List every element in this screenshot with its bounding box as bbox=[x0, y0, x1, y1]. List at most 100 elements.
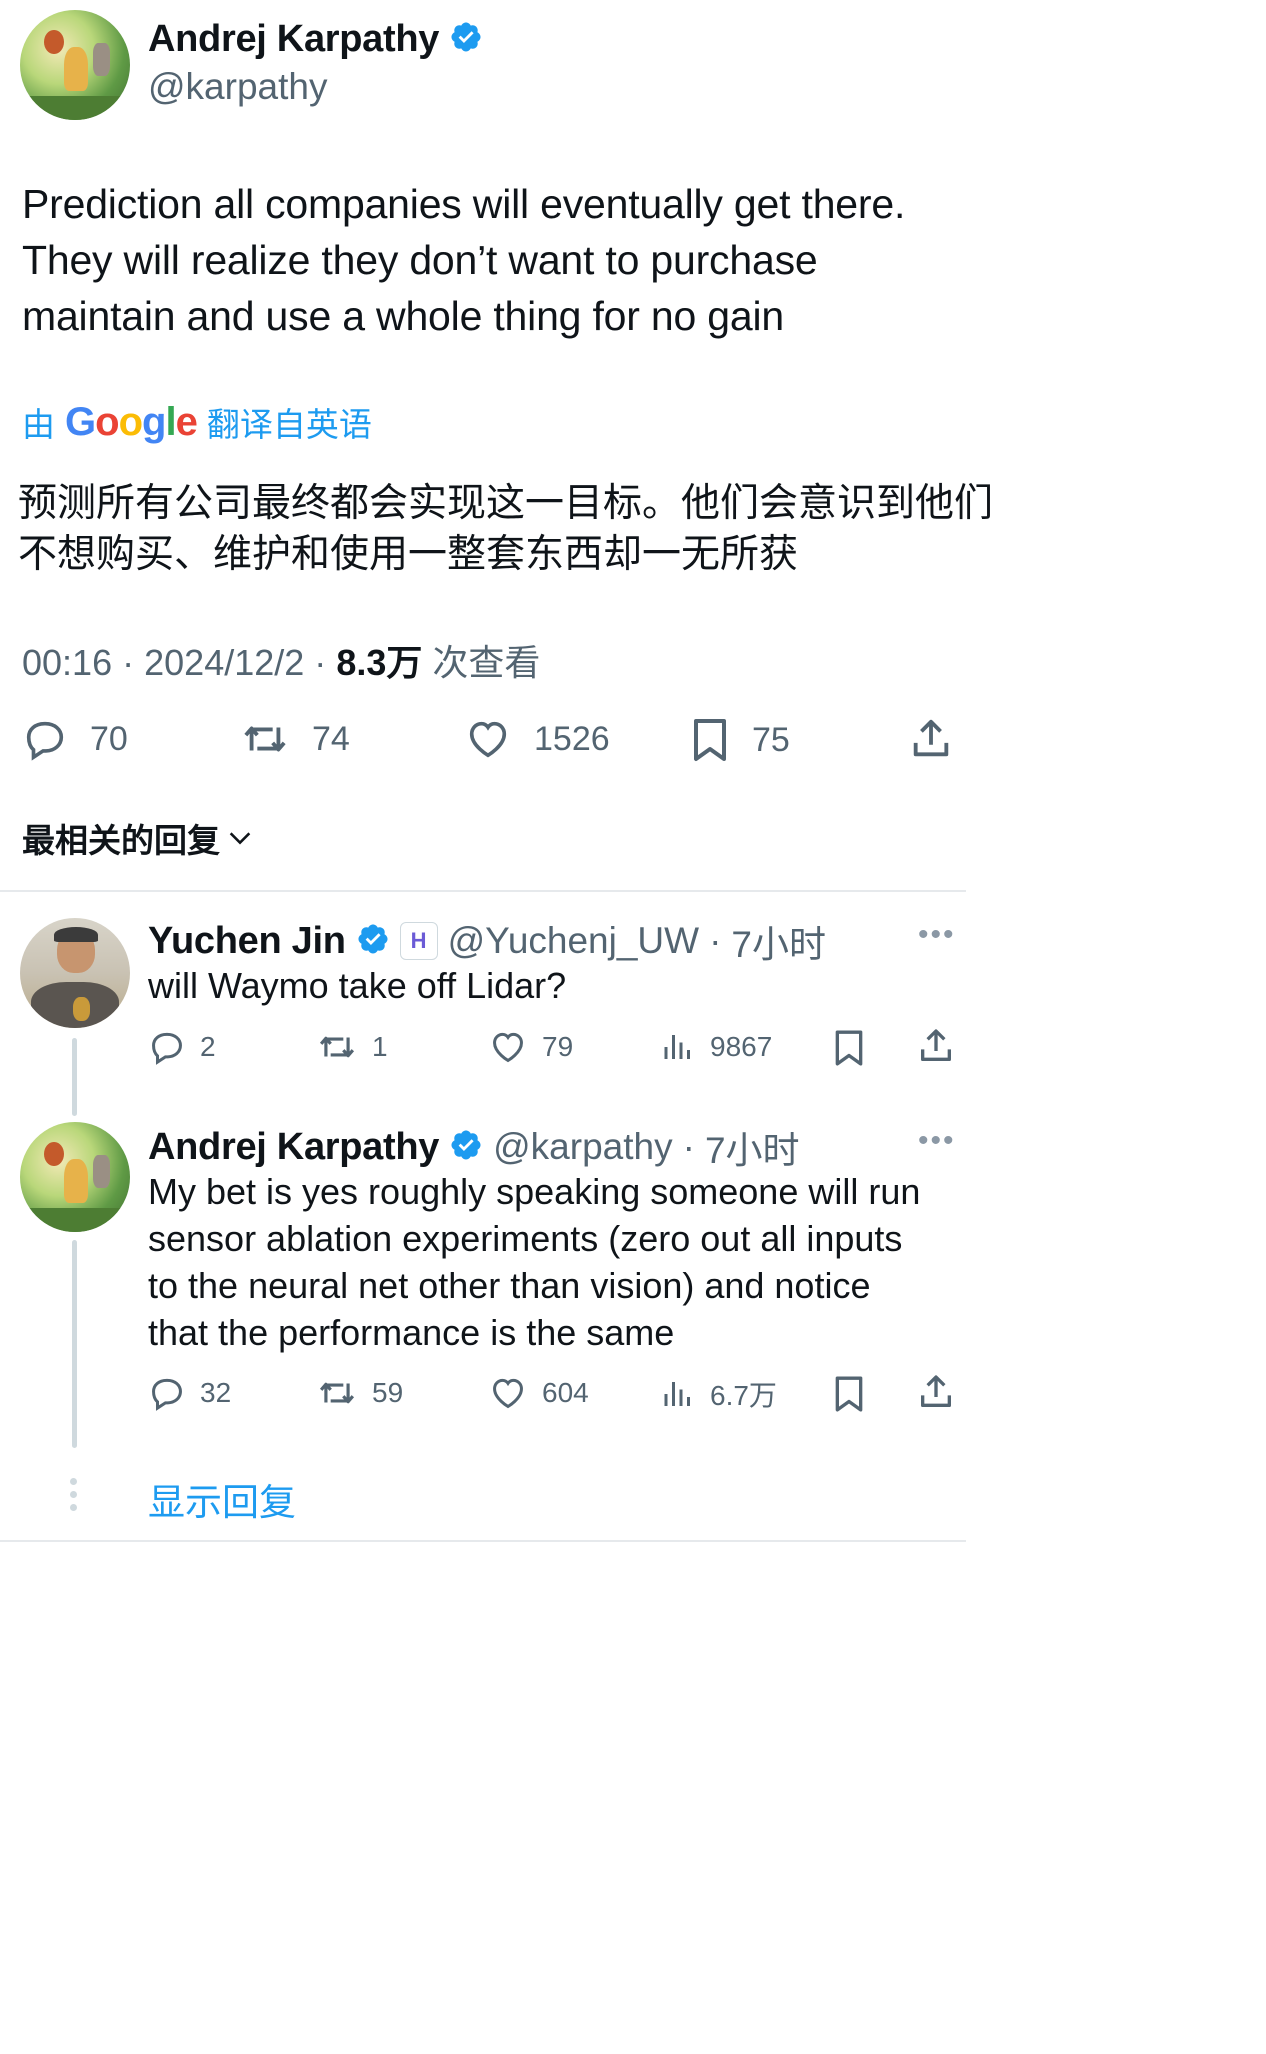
views-button[interactable]: 9867 bbox=[660, 1028, 772, 1066]
more-icon[interactable]: ••• bbox=[918, 1124, 956, 1158]
translate-suffix: 翻译自英语 bbox=[206, 406, 372, 443]
translate-attribution[interactable]: 由 Google 翻译自英语 bbox=[22, 398, 372, 446]
tweet-text-line: Prediction all companies will eventually… bbox=[22, 181, 906, 227]
reply-avatar[interactable] bbox=[20, 1122, 130, 1232]
like-icon bbox=[469, 721, 507, 758]
like-count: 79 bbox=[542, 1031, 574, 1062]
reply-time[interactable]: 7小时 bbox=[705, 1120, 800, 1174]
like-button[interactable]: 79 bbox=[488, 1028, 573, 1066]
reply-count: 32 bbox=[200, 1377, 232, 1408]
chevron-down-icon bbox=[229, 832, 251, 845]
retweet-count: 74 bbox=[312, 719, 350, 758]
reply-author-handle[interactable]: @Yuchenj_UW bbox=[448, 920, 699, 962]
reply-count: 70 bbox=[90, 719, 128, 758]
reply-text-line: My bet is yes roughly speaking someone w… bbox=[148, 1171, 921, 1212]
bookmark-count: 75 bbox=[752, 720, 790, 759]
retweet-count: 59 bbox=[372, 1377, 404, 1408]
reply-author-handle[interactable]: @karpathy bbox=[493, 1126, 672, 1168]
reply-count: 2 bbox=[200, 1031, 216, 1062]
translated-text-line: 预测所有公司最终都会实现这一目标。他们会意识到他们 bbox=[18, 482, 994, 525]
reply-text-line: that the performance is the same bbox=[148, 1312, 675, 1353]
reply-text: will Waymo take off Lidar? bbox=[148, 965, 567, 1006]
reply-avatar[interactable] bbox=[20, 918, 130, 1028]
retweet-button[interactable]: 74 bbox=[240, 716, 350, 762]
reply-text: My bet is yes roughly speaking someone w… bbox=[148, 1168, 1248, 1356]
affiliation-badge-icon[interactable]: H bbox=[399, 922, 438, 960]
author-name[interactable]: Andrej Karpathy bbox=[148, 18, 439, 61]
meta-separator: · bbox=[122, 642, 135, 683]
meta-separator: · bbox=[682, 1126, 695, 1167]
share-button[interactable] bbox=[916, 1026, 956, 1066]
reply-icon bbox=[26, 721, 64, 761]
tweet-text: Prediction all companies will eventually… bbox=[22, 176, 1252, 344]
translate-prefix: 由 bbox=[22, 406, 55, 443]
thread-line bbox=[72, 1240, 77, 1448]
bookmark-icon bbox=[694, 719, 726, 761]
tweet-meta: 00:16 · 2024/12/2 · 8.3万 次查看 bbox=[22, 634, 540, 686]
verified-badge-icon bbox=[449, 20, 483, 59]
section-divider bbox=[0, 890, 966, 892]
bookmark-icon bbox=[835, 1376, 863, 1412]
bookmark-icon bbox=[835, 1030, 863, 1066]
reply-button[interactable]: 32 bbox=[148, 1374, 231, 1412]
sort-label: 最相关的回复 bbox=[22, 822, 220, 859]
like-button[interactable]: 604 bbox=[488, 1374, 589, 1412]
section-divider bbox=[0, 1540, 966, 1542]
show-replies-link[interactable]: 显示回复 bbox=[148, 1472, 296, 1526]
reply-button[interactable]: 70 bbox=[22, 716, 128, 762]
like-count: 604 bbox=[542, 1377, 589, 1408]
views-button[interactable]: 6.7万 bbox=[660, 1374, 777, 1414]
reply-author-name[interactable]: Andrej Karpathy bbox=[148, 1126, 439, 1169]
like-button[interactable]: 1526 bbox=[464, 716, 610, 762]
tweet-time[interactable]: 00:16 bbox=[22, 642, 112, 683]
like-icon bbox=[493, 1378, 523, 1409]
translated-text-line: 不想购买、维护和使用一整套东西却一无所获 bbox=[18, 533, 799, 576]
thread-line bbox=[72, 1038, 77, 1116]
bookmark-button[interactable]: 75 bbox=[690, 716, 790, 764]
views-icon bbox=[664, 1382, 690, 1406]
meta-separator: · bbox=[709, 920, 722, 961]
like-count: 1526 bbox=[534, 719, 610, 758]
tweet-text-line: They will realize they don’t want to pur… bbox=[22, 237, 818, 283]
reply-author-name[interactable]: Yuchen Jin bbox=[148, 920, 346, 963]
tweet-text-line: maintain and use a whole thing for no ga… bbox=[22, 293, 785, 339]
translated-text: 预测所有公司最终都会实现这一目标。他们会意识到他们 不想购买、维护和使用一整套东… bbox=[18, 478, 1258, 580]
like-icon bbox=[493, 1032, 523, 1063]
bookmark-button[interactable] bbox=[832, 1028, 866, 1068]
bookmark-button[interactable] bbox=[832, 1374, 866, 1414]
reply-text-line: to the neural net other than vision) and… bbox=[148, 1265, 871, 1306]
views-icon bbox=[664, 1035, 690, 1059]
reply-time[interactable]: 7小时 bbox=[731, 914, 826, 968]
more-icon[interactable]: ••• bbox=[918, 918, 956, 952]
views-count: 8.3万 bbox=[336, 642, 423, 683]
tweet-date[interactable]: 2024/12/2 bbox=[144, 642, 304, 683]
google-logo: Google bbox=[65, 399, 198, 444]
views-count: 9867 bbox=[710, 1031, 773, 1062]
author-handle[interactable]: @karpathy bbox=[148, 66, 327, 108]
author-name-row: Andrej Karpathy bbox=[148, 18, 483, 61]
reply-text-line: sensor ablation experiments (zero out al… bbox=[148, 1218, 903, 1259]
retweet-icon bbox=[319, 1036, 355, 1058]
share-icon bbox=[913, 719, 949, 757]
reply-icon bbox=[152, 1378, 182, 1411]
views-label: 次查看 bbox=[432, 642, 541, 683]
author-avatar[interactable] bbox=[20, 10, 130, 120]
views-count: 6.7万 bbox=[710, 1380, 777, 1411]
retweet-icon bbox=[319, 1382, 355, 1404]
share-icon bbox=[921, 1375, 951, 1407]
retweet-count: 1 bbox=[372, 1031, 388, 1062]
reply-button[interactable]: 2 bbox=[148, 1028, 216, 1066]
reply-icon bbox=[152, 1032, 182, 1065]
verified-badge-icon bbox=[449, 1128, 483, 1167]
share-icon bbox=[921, 1029, 951, 1061]
retweet-icon bbox=[244, 726, 286, 752]
thread-more-dots-icon bbox=[70, 1478, 78, 1511]
verified-badge-icon bbox=[356, 922, 390, 961]
retweet-button[interactable]: 59 bbox=[316, 1374, 403, 1412]
share-button[interactable] bbox=[916, 1372, 956, 1412]
meta-separator: · bbox=[314, 642, 327, 683]
share-button[interactable] bbox=[908, 716, 954, 762]
retweet-button[interactable]: 1 bbox=[316, 1028, 388, 1066]
reply-header: Yuchen Jin H @Yuchenj_UW · 7小时 bbox=[148, 914, 826, 968]
reply-sort-dropdown[interactable]: 最相关的回复 bbox=[22, 814, 254, 862]
